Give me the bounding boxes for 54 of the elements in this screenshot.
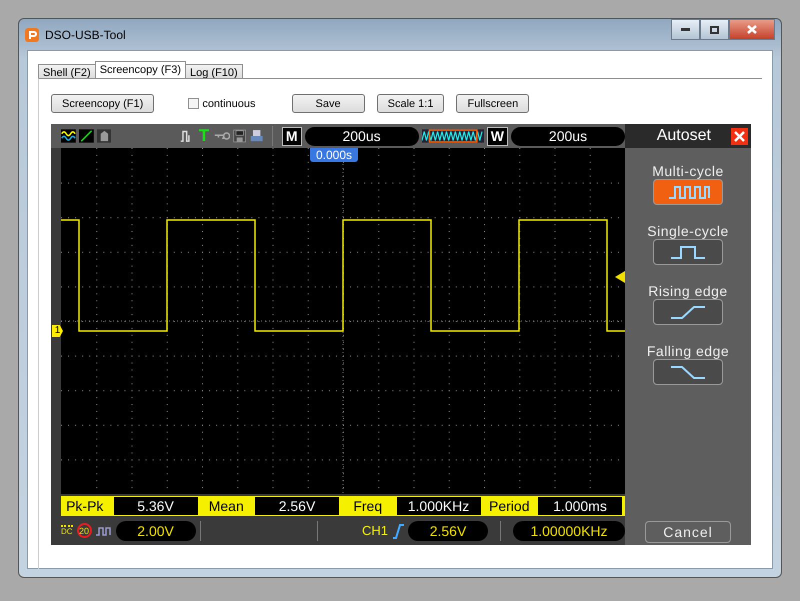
volts-readout: 2.00V	[116, 520, 196, 540]
trigger-position-marker[interactable]: 0.000s	[310, 148, 358, 162]
close-icon	[747, 25, 757, 34]
option-label: Falling edge	[646, 343, 730, 359]
toolbar-button[interactable]: Scale 1:1	[376, 94, 444, 113]
autoset-title: Autoset	[656, 127, 711, 145]
frequency-readout: 1.00000KHz	[513, 520, 625, 540]
measurement-label: Freq	[352, 498, 384, 514]
maximize-button[interactable]	[700, 19, 729, 40]
floppy-icon[interactable]	[233, 127, 247, 145]
tab[interactable]: Shell (F2)	[38, 64, 96, 78]
option-label: Single-cycle	[647, 223, 729, 239]
window-timebase-readout: 200us	[511, 126, 625, 146]
minimize-button[interactable]	[671, 19, 700, 40]
checkbox-label: continuous	[202, 98, 256, 110]
trigger-label[interactable]: T	[198, 126, 210, 146]
tab[interactable]: Log (F10)	[185, 64, 243, 78]
trigger-source-label: CH1	[362, 523, 388, 538]
autoset-option-button[interactable]	[653, 299, 723, 325]
toolbar-button[interactable]: Save	[292, 94, 365, 113]
coupling-label: DC	[61, 525, 73, 536]
line-icon[interactable]	[78, 127, 94, 145]
key-icon[interactable]	[214, 130, 230, 142]
cancel-button[interactable]: Cancel	[645, 521, 731, 543]
w-label: W	[486, 126, 508, 146]
rising-edge-icon	[392, 522, 404, 538]
autoset-option-button[interactable]	[652, 239, 723, 265]
app-logo-icon	[25, 28, 39, 42]
measurement-label: Pk-Pk	[65, 498, 104, 514]
checkbox[interactable]	[188, 98, 200, 109]
measurement-label: Period	[488, 498, 530, 514]
wave-icon[interactable]	[61, 127, 76, 145]
maximize-icon	[710, 26, 719, 34]
tab[interactable]: Screencopy (F3)	[94, 61, 186, 78]
bandwidth-limit-badge: 20	[76, 523, 92, 538]
measurement-value: 1.000ms	[538, 497, 622, 515]
measurement-value: 5.36V	[114, 497, 198, 515]
autoset-option-button[interactable]	[653, 359, 723, 385]
channel-marker[interactable]: 1	[52, 325, 63, 337]
measurement-value: 2.56V	[255, 497, 339, 515]
m-label: M	[282, 126, 302, 146]
option-label: Multi-cycle	[652, 163, 724, 179]
square-wave-icon	[96, 526, 112, 536]
trigger-level-readout: 2.56V	[408, 520, 488, 540]
measurement-value: 1.000KHz	[396, 497, 480, 515]
waveform-overview-drawing[interactable]	[422, 127, 484, 145]
screencopy-button[interactable]: Screencopy (F1)	[51, 94, 154, 113]
close-button[interactable]	[729, 19, 775, 40]
option-label: Rising edge	[648, 283, 728, 299]
minimize-icon	[681, 28, 690, 31]
window-title: DSO-USB-Tool	[45, 28, 126, 42]
toolbar-button[interactable]: Fullscreen	[456, 94, 530, 113]
measurement-label: Mean	[208, 498, 245, 514]
timebase-readout: 200us	[304, 126, 419, 146]
